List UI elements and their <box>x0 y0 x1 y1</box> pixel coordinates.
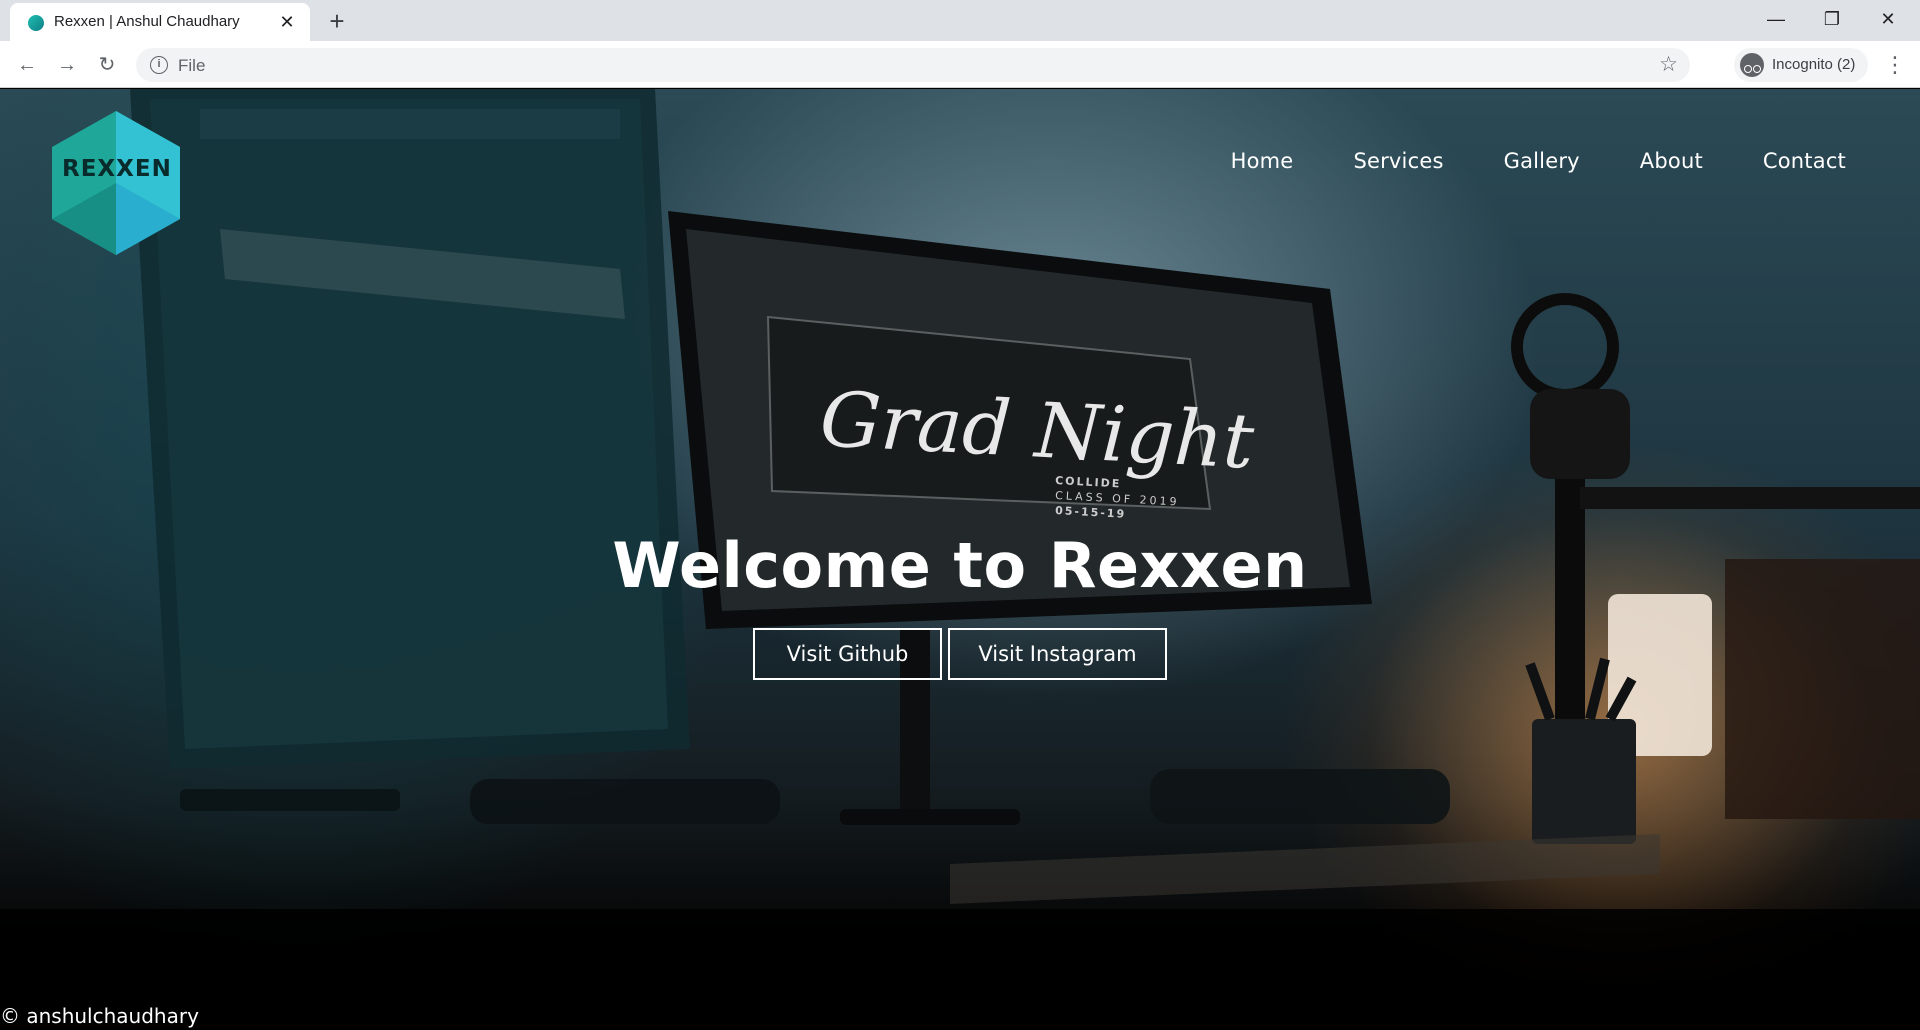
info-icon[interactable]: i <box>150 56 168 74</box>
restore-button[interactable]: ❐ <box>1804 0 1860 38</box>
browser-tab-strip: Rexxen | Anshul Chaudhary ✕ + — ❐ ✕ <box>0 0 1920 41</box>
nav-services[interactable]: Services <box>1353 149 1443 173</box>
nav-gallery[interactable]: Gallery <box>1504 149 1580 173</box>
close-tab-icon[interactable]: ✕ <box>276 11 298 33</box>
incognito-icon <box>1740 53 1764 77</box>
minimize-button[interactable]: — <box>1748 0 1804 38</box>
nav-home[interactable]: Home <box>1231 149 1294 173</box>
hero-buttons: Visit Github Visit Instagram <box>0 628 1920 680</box>
hero-section: Grad Night COLLIDE CLASS OF 2019 05-15-1… <box>0 89 1920 1030</box>
incognito-indicator[interactable]: Incognito (2) <box>1734 48 1868 82</box>
footer-copyright: © anshulchaudhary <box>0 1004 199 1028</box>
browser-toolbar: ← → ↻ i File ☆ Incognito (2) ⋮ <box>0 41 1920 88</box>
address-scheme: File <box>178 56 206 75</box>
close-window-button[interactable]: ✕ <box>1860 0 1916 38</box>
tab-title: Rexxen | Anshul Chaudhary <box>54 13 240 30</box>
new-tab-button[interactable]: + <box>322 6 352 36</box>
logo-text: REXXEN <box>62 156 172 182</box>
rexxen-logo[interactable] <box>52 111 180 255</box>
address-bar[interactable]: i File ☆ <box>136 48 1690 82</box>
browser-menu-button[interactable]: ⋮ <box>1880 50 1910 80</box>
nav-about[interactable]: About <box>1640 149 1703 173</box>
forward-button[interactable]: → <box>52 50 82 80</box>
site-favicon-icon <box>28 15 44 31</box>
main-nav: Home Services Gallery About Contact <box>1171 149 1846 173</box>
incognito-label: Incognito (2) <box>1772 56 1856 73</box>
bookmark-star-icon[interactable]: ☆ <box>1659 52 1678 77</box>
hero-title: Welcome to Rexxen <box>612 529 1308 602</box>
visit-github-button[interactable]: Visit Github <box>753 628 942 680</box>
back-button[interactable]: ← <box>12 50 42 80</box>
reload-button[interactable]: ↻ <box>92 50 122 80</box>
browser-tab[interactable]: Rexxen | Anshul Chaudhary ✕ <box>10 3 310 41</box>
nav-contact[interactable]: Contact <box>1763 149 1846 173</box>
visit-instagram-button[interactable]: Visit Instagram <box>948 628 1167 680</box>
